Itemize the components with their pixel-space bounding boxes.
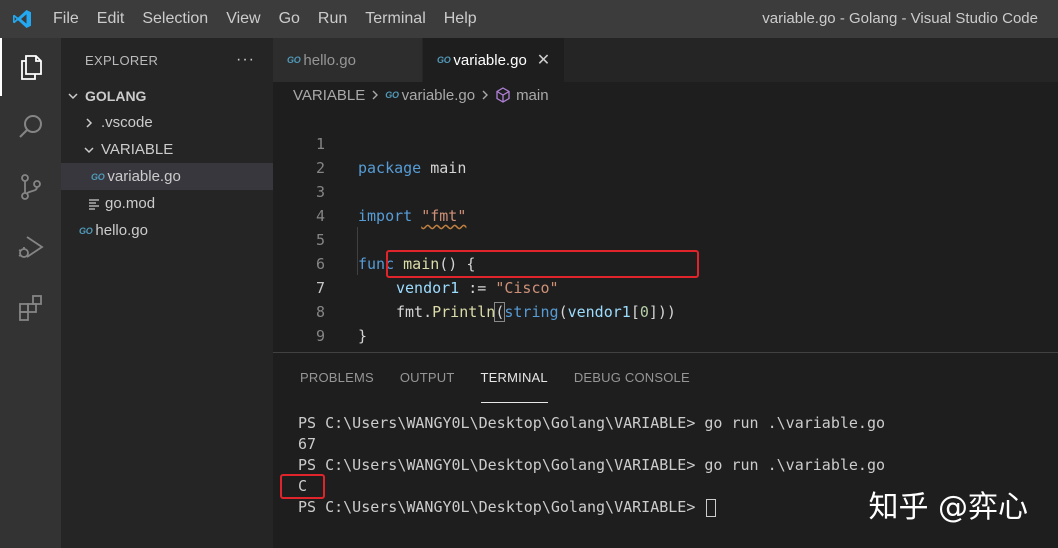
terminal-line: C [298, 477, 308, 495]
tab-variable-go[interactable]: GO variable.go ✕ [423, 38, 566, 82]
go-file-icon: GO [385, 90, 399, 100]
panel-tabs: PROBLEMS OUTPUT TERMINAL DEBUG CONSOLE [273, 353, 703, 403]
editor-tabs: GO hello.go GO variable.go ✕ [273, 38, 1058, 82]
code-line: 2 [273, 132, 1058, 177]
menu-bar: File Edit Selection View Go Run Terminal… [44, 0, 486, 38]
search-icon[interactable] [0, 98, 61, 156]
title-bar: File Edit Selection View Go Run Terminal… [0, 0, 1058, 38]
panel-tab-problems[interactable]: PROBLEMS [300, 353, 374, 403]
close-tab-icon[interactable]: ✕ [537, 50, 550, 70]
breadcrumb-folder[interactable]: VARIABLE [293, 87, 365, 104]
tab-label: variable.go [453, 51, 527, 69]
mod-file-icon [87, 198, 101, 210]
tree-item-label: .vscode [101, 114, 153, 131]
watermark: 知乎 @弈心 [868, 490, 1028, 525]
source-control-icon[interactable] [0, 158, 61, 216]
code-editor[interactable]: 1 package main 2 3 import "fmt" 4 5 func… [273, 108, 1058, 352]
code-line: 1 package main [273, 108, 1058, 177]
tree-item-hello-go[interactable]: GO hello.go [61, 217, 273, 244]
code-line: 3 import "fmt" [273, 156, 1058, 225]
code-line: 8 } [273, 276, 1058, 345]
menu-terminal[interactable]: Terminal [356, 0, 434, 38]
terminal-prompt-line: PS C:\Users\WANGY0L\Desktop\Golang\VARIA… [298, 497, 885, 518]
go-file-icon: GO [437, 55, 451, 65]
explorer-sidebar: EXPLORER ··· GOLANG .vscode VARIABLE GO … [61, 38, 273, 548]
tree-item-label: VARIABLE [101, 141, 174, 158]
tree-item-label: variable.go [107, 168, 181, 185]
tree-item-variable-go[interactable]: GO variable.go [61, 163, 273, 190]
terminal-cursor [706, 498, 717, 517]
menu-selection[interactable]: Selection [133, 0, 217, 38]
tree-item-label: hello.go [95, 222, 148, 239]
workspace-root-golang[interactable]: GOLANG [61, 82, 273, 109]
terminal-line: 67 [298, 435, 317, 453]
line-number: 9 [315, 327, 325, 345]
vscode-logo-icon [0, 0, 44, 38]
go-file-icon: GO [79, 225, 93, 236]
code-token: } [358, 327, 368, 345]
code-line: 6 vendor1 := "Cisco" [273, 228, 1058, 297]
terminal-line: PS C:\Users\WANGY0L\Desktop\Golang\VARIA… [298, 456, 885, 474]
menu-help[interactable]: Help [435, 0, 486, 38]
breadcrumb: VARIABLE GO variable.go main [273, 82, 1058, 108]
panel-tab-terminal[interactable]: TERMINAL [480, 353, 548, 403]
code-line: 9 [273, 300, 1058, 345]
breadcrumb-symbol[interactable]: main [516, 87, 549, 104]
activity-bar [0, 38, 61, 548]
window-title: variable.go - Golang - Visual Studio Cod… [762, 10, 1038, 27]
chevron-right-icon [480, 87, 490, 104]
breadcrumb-file[interactable]: variable.go [402, 87, 475, 104]
menu-go[interactable]: Go [270, 0, 309, 38]
code-line: 5 func main() { [273, 204, 1058, 273]
menu-view[interactable]: View [217, 0, 269, 38]
panel-tab-debug-console[interactable]: DEBUG CONSOLE [574, 353, 690, 403]
go-file-icon: GO [91, 171, 105, 182]
chevron-down-icon [65, 90, 81, 102]
code-line: 4 [273, 180, 1058, 225]
terminal-prompt: PS C:\Users\WANGY0L\Desktop\Golang\VARIA… [298, 498, 705, 516]
explorer-header: EXPLORER ··· [61, 38, 273, 82]
terminal-line: PS C:\Users\WANGY0L\Desktop\Golang\VARIA… [298, 414, 885, 432]
tree-item-vscode[interactable]: .vscode [61, 109, 273, 136]
highlight-box-code [386, 250, 699, 278]
go-file-icon: GO [287, 55, 301, 65]
tab-hello-go[interactable]: GO hello.go [273, 38, 423, 82]
tree-item-label: go.mod [105, 195, 156, 212]
workspace-root-label: GOLANG [85, 87, 147, 104]
chevron-down-icon [81, 144, 97, 156]
extensions-icon[interactable] [0, 278, 61, 336]
menu-file[interactable]: File [44, 0, 88, 38]
tab-label: hello.go [303, 51, 356, 69]
explorer-title: EXPLORER [85, 52, 159, 68]
indent-guide [357, 227, 358, 275]
explorer-icon[interactable] [0, 38, 61, 96]
terminal-output[interactable]: PS C:\Users\WANGY0L\Desktop\Golang\VARIA… [298, 413, 885, 518]
chevron-right-icon [370, 87, 380, 104]
menu-edit[interactable]: Edit [88, 0, 134, 38]
run-debug-icon[interactable] [0, 218, 61, 276]
highlight-box-output [280, 474, 325, 499]
panel-tab-output[interactable]: OUTPUT [400, 353, 455, 403]
more-actions-icon[interactable]: ··· [236, 51, 255, 69]
menu-run[interactable]: Run [309, 0, 356, 38]
tree-item-variable-folder[interactable]: VARIABLE [61, 136, 273, 163]
tree-item-go-mod[interactable]: go.mod [61, 190, 273, 217]
symbol-cube-icon [495, 87, 511, 103]
chevron-right-icon [81, 117, 97, 129]
